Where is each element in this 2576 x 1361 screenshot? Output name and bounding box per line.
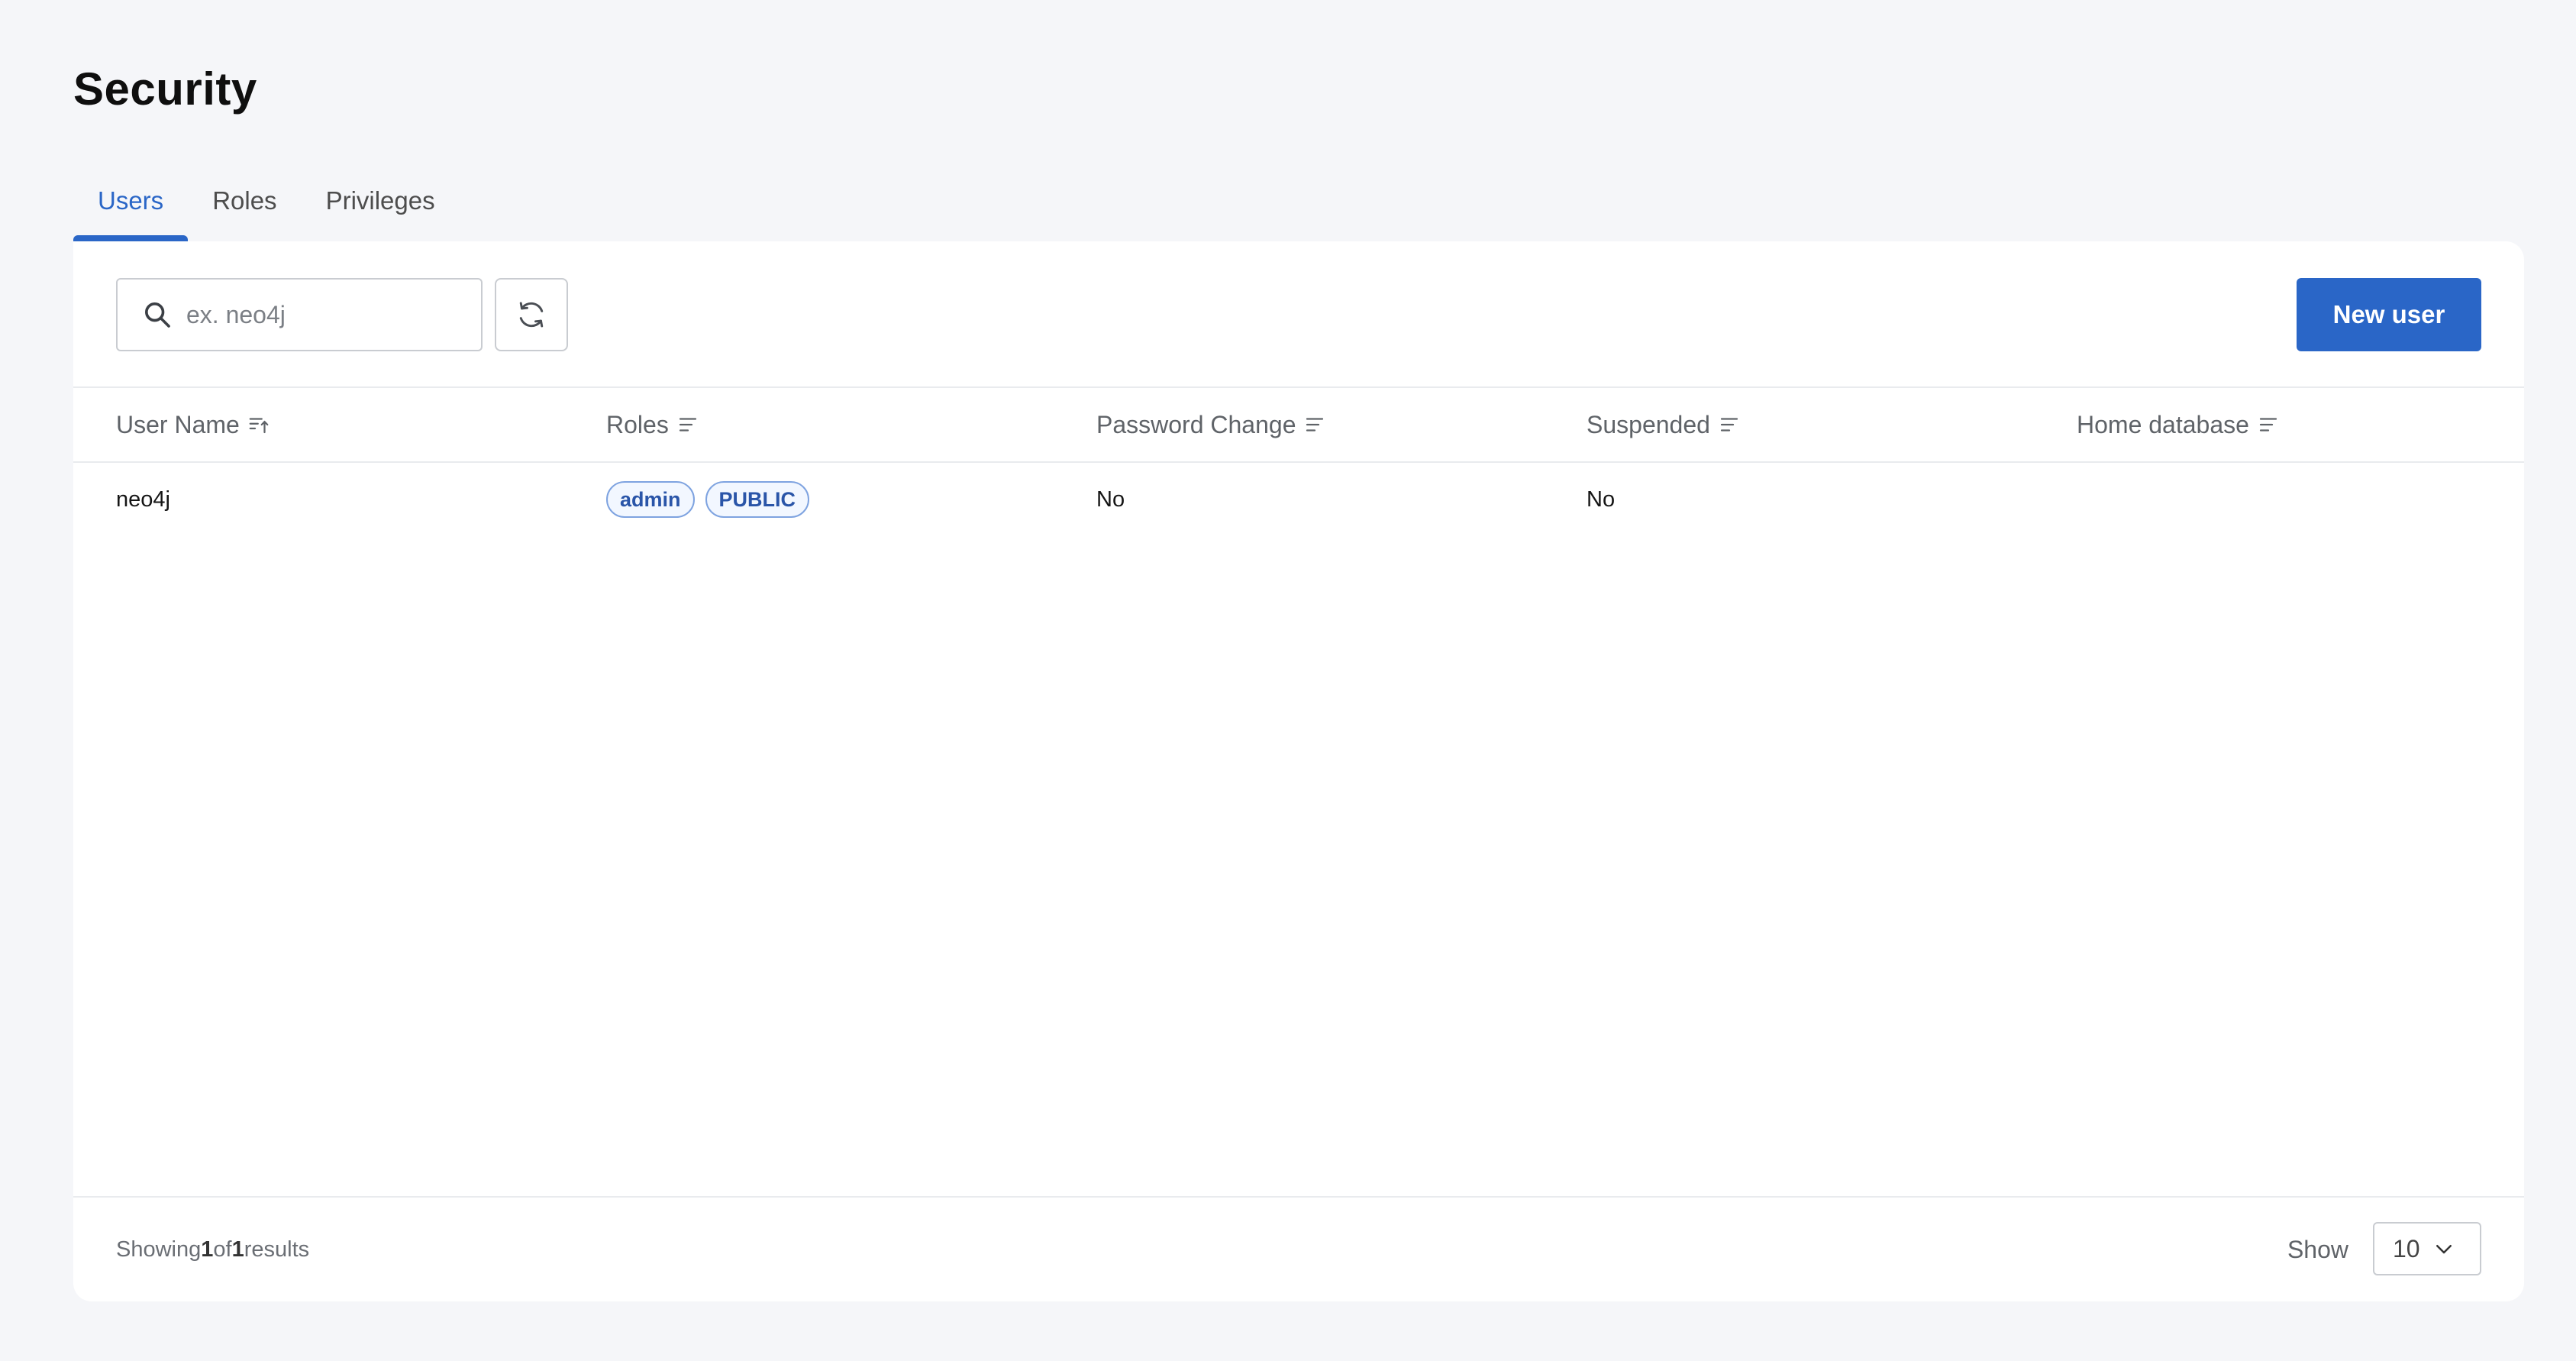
column-header-suspended[interactable]: Suspended <box>1587 388 1741 461</box>
results-summary: Showing 1 of 1 results <box>116 1198 309 1301</box>
cell-roles: admin PUBLIC <box>606 463 820 536</box>
column-header-roles[interactable]: Roles <box>606 388 699 461</box>
column-label: Password Change <box>1096 410 1296 438</box>
showing-prefix: Showing <box>116 1237 202 1262</box>
search-icon <box>145 302 170 328</box>
security-page: Security Users Roles Privileges ex. neo4… <box>0 0 2576 1361</box>
page-size-label: Show <box>2287 1235 2348 1263</box>
column-header-user-name[interactable]: User Name <box>116 388 270 461</box>
table-footer: Showing 1 of 1 results Show 10 <box>73 1196 2524 1301</box>
cell-password-change: No <box>1096 487 1125 512</box>
showing-suffix: results <box>244 1237 310 1262</box>
tab-roles[interactable]: Roles <box>188 177 301 241</box>
sort-icon <box>679 418 696 432</box>
page-size-value: 10 <box>2393 1234 2420 1262</box>
sort-icon <box>1306 418 1324 432</box>
users-toolbar: New user <box>73 241 2524 388</box>
tab-bar: Users Roles Privileges <box>73 177 460 241</box>
sort-icon <box>1720 418 1738 432</box>
table-header: User Name Roles Password Change Suspende… <box>73 388 2524 463</box>
sort-icon <box>2259 418 2277 432</box>
cell-user-name: neo4j <box>116 487 170 512</box>
refresh-icon <box>519 302 544 328</box>
tab-users[interactable]: Users <box>73 177 189 241</box>
column-label: Home database <box>2077 410 2249 438</box>
role-chip-admin[interactable]: admin <box>606 481 695 518</box>
column-label: Roles <box>606 410 669 438</box>
showing-of: of <box>213 1237 232 1262</box>
column-label: User Name <box>116 410 240 438</box>
page-size-select[interactable]: 10 <box>2373 1222 2481 1275</box>
table-row[interactable]: neo4j admin PUBLIC No No <box>73 463 2524 536</box>
tab-privileges[interactable]: Privileges <box>302 177 460 241</box>
users-card: New user User Name Roles <box>73 241 2524 1301</box>
chevron-down-icon <box>2436 1245 2452 1254</box>
search-box[interactable] <box>116 278 483 351</box>
sort-ascending-icon <box>249 418 269 434</box>
column-header-password-change[interactable]: Password Change <box>1096 388 1326 461</box>
role-chip-public[interactable]: PUBLIC <box>705 481 810 518</box>
new-user-button[interactable]: New user <box>2297 278 2481 351</box>
cell-suspended: No <box>1587 487 1616 512</box>
search-input[interactable] <box>186 300 461 329</box>
column-header-home-database[interactable]: Home database <box>2077 388 2280 461</box>
showing-total: 1 <box>231 1237 244 1262</box>
showing-count: 1 <box>201 1237 214 1262</box>
column-label: Suspended <box>1587 410 1710 438</box>
refresh-button[interactable] <box>495 278 568 351</box>
page-title: Security <box>73 63 257 115</box>
